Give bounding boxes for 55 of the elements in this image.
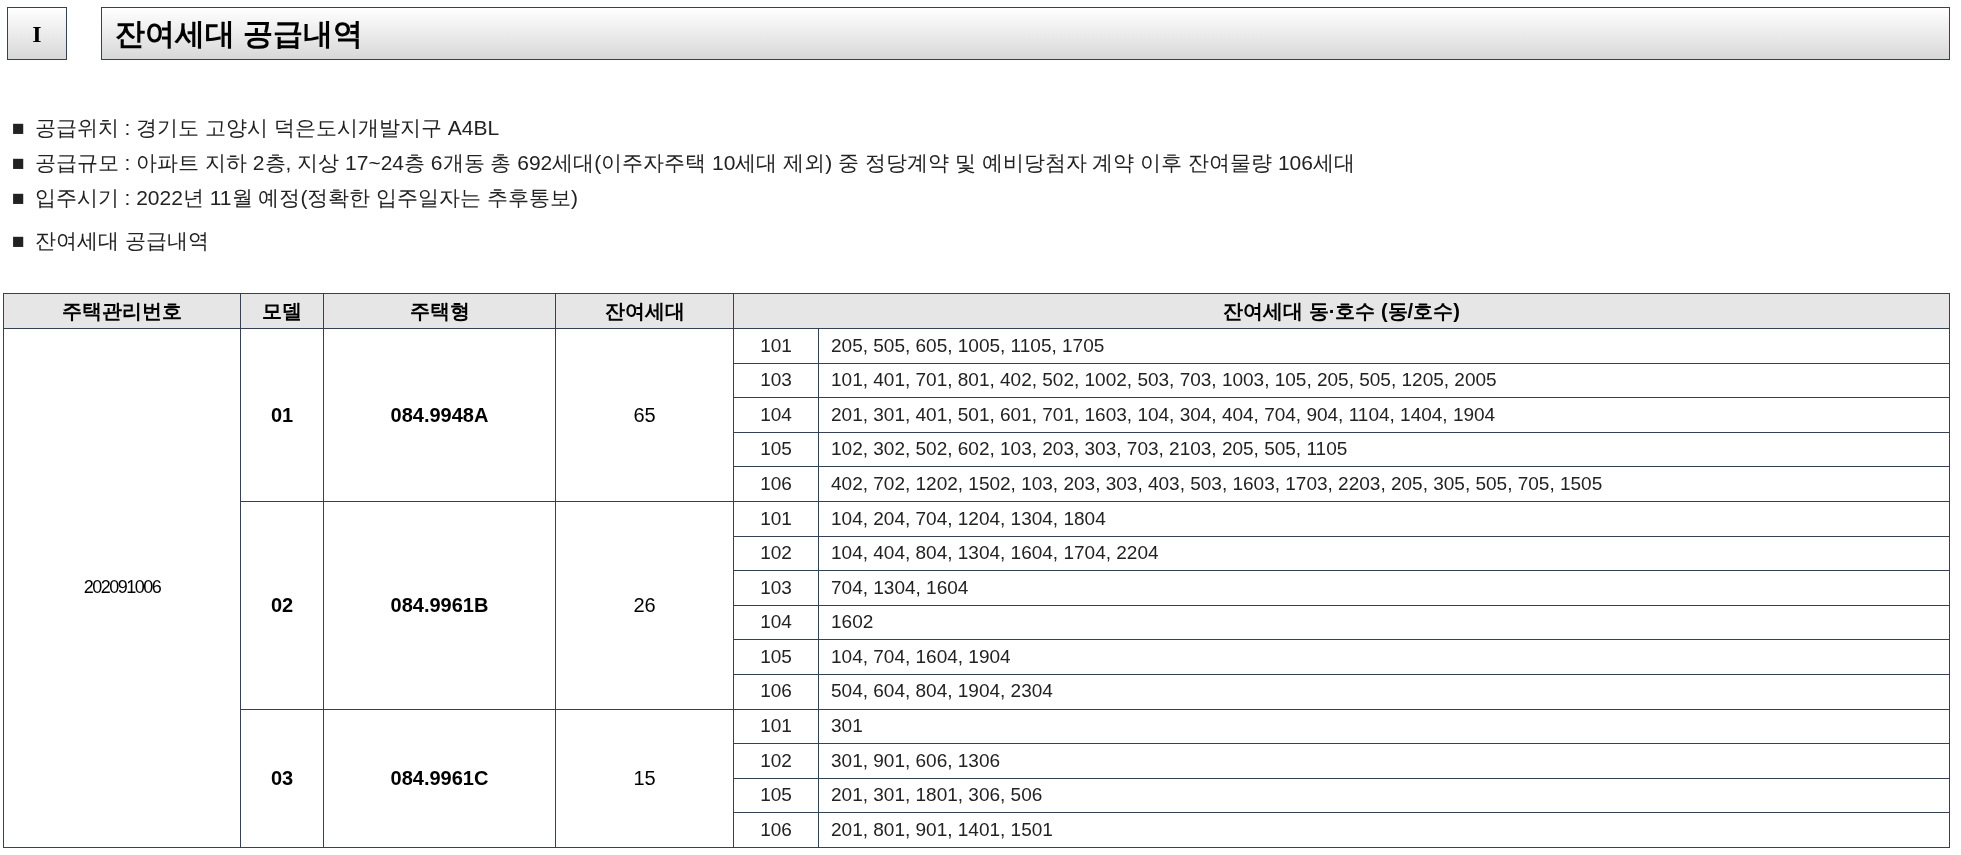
bullet-icon: ■ — [12, 112, 25, 144]
unit-numbers: 201, 301, 1801, 306, 506 — [818, 778, 1950, 813]
info-text: 입주시기 : 2022년 11월 예정(정확한 입주일자는 추후통보) — [34, 185, 579, 211]
bullet-icon: ■ — [12, 147, 25, 179]
building-number: 102 — [733, 743, 819, 779]
building-number: 102 — [733, 536, 819, 571]
model-number: 02 — [240, 501, 324, 710]
building-number: 103 — [733, 363, 819, 398]
column-header: 잔여세대 동·호수 (동/호수) — [733, 293, 1950, 329]
model-number: 01 — [240, 328, 324, 502]
info-text: 잔여세대 공급내역 — [34, 228, 209, 254]
model-number: 03 — [240, 709, 324, 848]
building-number: 106 — [733, 812, 819, 848]
info-text: 공급규모 : 아파트 지하 2층, 지상 17~24층 6개동 총 692세대(이주자주택 10세대 제외) 중 정당계약 및 예비당첨자 계약 이후 잔여물량 106세대 — [34, 150, 1355, 176]
unit-numbers: 201, 801, 901, 1401, 1501 — [818, 812, 1950, 848]
building-number: 104 — [733, 397, 819, 433]
unit-numbers: 301 — [818, 709, 1950, 744]
bullet-icon: ■ — [12, 225, 25, 257]
housing-type: 084.9948A — [323, 328, 556, 502]
building-number: 105 — [733, 639, 819, 675]
building-number: 101 — [733, 328, 819, 364]
section-title: 잔여세대 공급내역 — [101, 7, 1950, 60]
column-header: 주택관리번호 — [3, 293, 241, 329]
unit-numbers: 104, 204, 704, 1204, 1304, 1804 — [818, 501, 1950, 537]
building-number: 105 — [733, 432, 819, 467]
management-number: 202091006 — [3, 328, 241, 848]
housing-type: 084.9961B — [323, 501, 556, 710]
unit-numbers: 704, 1304, 1604 — [818, 570, 1950, 606]
unit-numbers: 1602 — [818, 605, 1950, 640]
column-header: 주택형 — [323, 293, 556, 329]
unit-numbers: 102, 302, 502, 602, 103, 203, 303, 703, 2103, 205, 505, 1105 — [818, 432, 1950, 467]
column-header: 잔여세대 — [555, 293, 734, 329]
section-number: I — [7, 7, 67, 60]
unit-numbers: 104, 704, 1604, 1904 — [818, 639, 1950, 675]
remaining-count: 65 — [555, 328, 734, 502]
building-number: 105 — [733, 778, 819, 813]
unit-numbers: 402, 702, 1202, 1502, 103, 203, 303, 403, 503, 1603, 1703, 2203, 205, 305, 505, 705, 1505 — [818, 466, 1950, 502]
remaining-count: 15 — [555, 709, 734, 848]
building-number: 103 — [733, 570, 819, 606]
building-number: 101 — [733, 501, 819, 537]
unit-numbers: 205, 505, 605, 1005, 1105, 1705 — [818, 328, 1950, 364]
unit-numbers: 504, 604, 804, 1904, 2304 — [818, 674, 1950, 710]
column-header: 모델 — [240, 293, 324, 329]
building-number: 106 — [733, 466, 819, 502]
housing-type: 084.9961C — [323, 709, 556, 848]
unit-numbers: 201, 301, 401, 501, 601, 701, 1603, 104, 304, 404, 704, 904, 1104, 1404, 1904 — [818, 397, 1950, 433]
unit-numbers: 104, 404, 804, 1304, 1604, 1704, 2204 — [818, 536, 1950, 571]
remaining-count: 26 — [555, 501, 734, 710]
info-text: 공급위치 : 경기도 고양시 덕은도시개발지구 A4BL — [34, 115, 500, 141]
bullet-icon: ■ — [12, 182, 25, 214]
unit-numbers: 101, 401, 701, 801, 402, 502, 1002, 503, 703, 1003, 105, 205, 505, 1205, 2005 — [818, 363, 1950, 398]
building-number: 106 — [733, 674, 819, 710]
building-number: 104 — [733, 605, 819, 640]
building-number: 101 — [733, 709, 819, 744]
unit-numbers: 301, 901, 606, 1306 — [818, 743, 1950, 779]
